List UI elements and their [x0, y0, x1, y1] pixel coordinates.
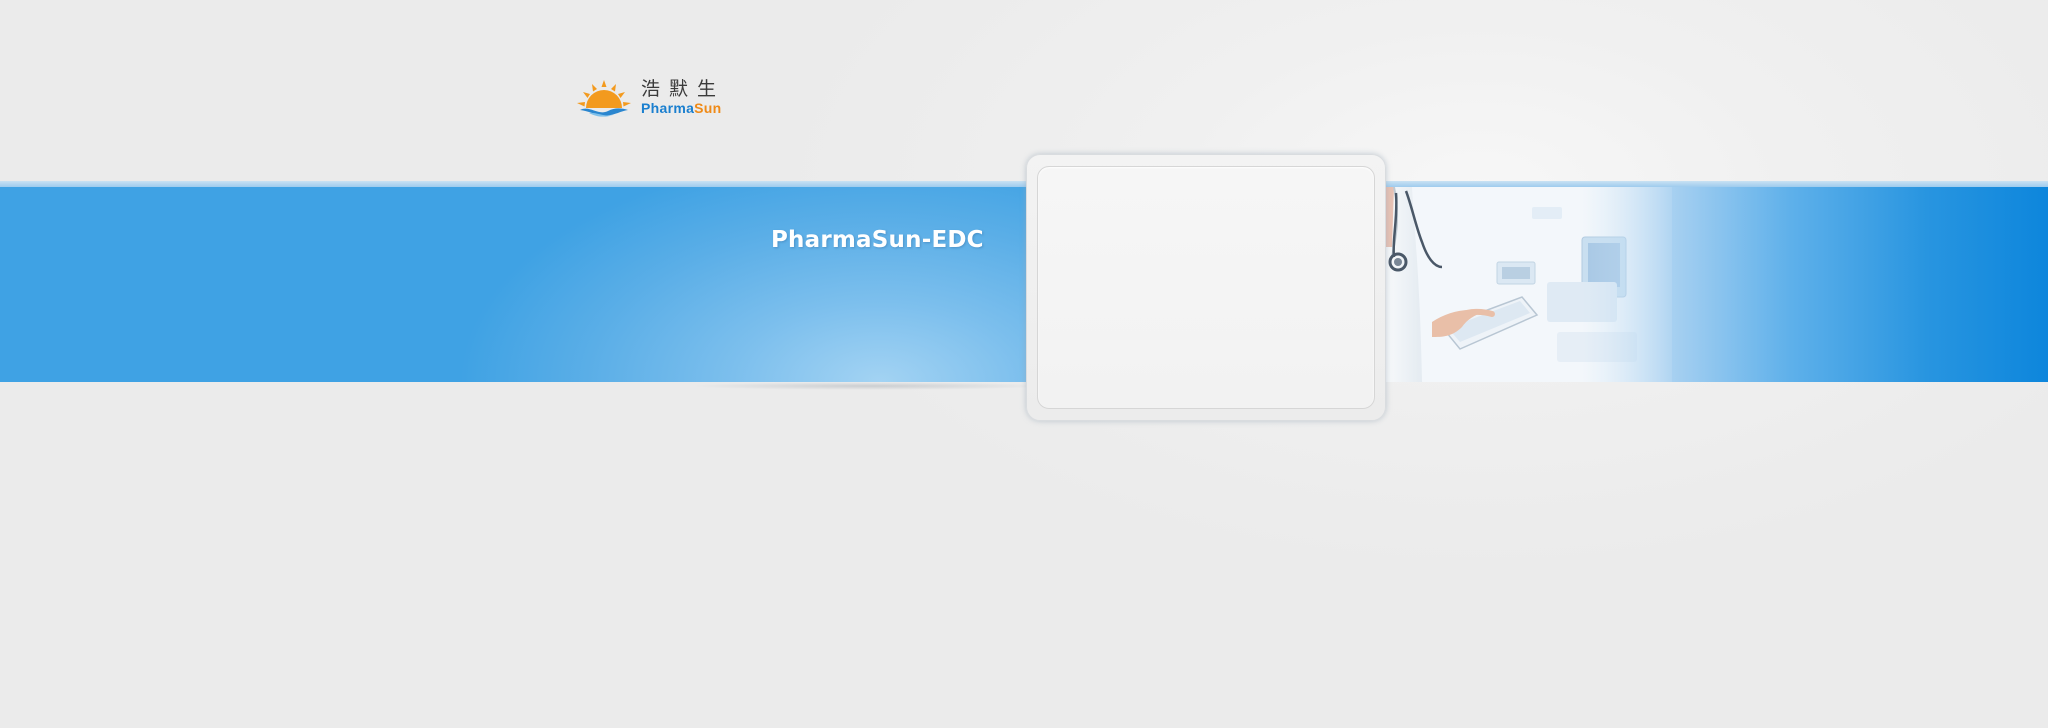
logo-english-pharma: Pharma	[641, 100, 695, 116]
logo-english-sun: Sun	[694, 100, 722, 116]
logo-english-name: PharmaSun	[641, 99, 722, 117]
sun-logo-icon	[577, 80, 631, 117]
login-panel-content	[1037, 166, 1375, 409]
banner-shadow	[690, 382, 1050, 390]
doctor-tablet-photo	[1372, 187, 1672, 382]
app-title: PharmaSun-EDC	[771, 227, 984, 253]
logo-chinese-name: 浩默生	[641, 78, 726, 100]
login-panel	[1026, 154, 1386, 421]
company-logo: 浩默生 PharmaSun	[575, 78, 735, 118]
